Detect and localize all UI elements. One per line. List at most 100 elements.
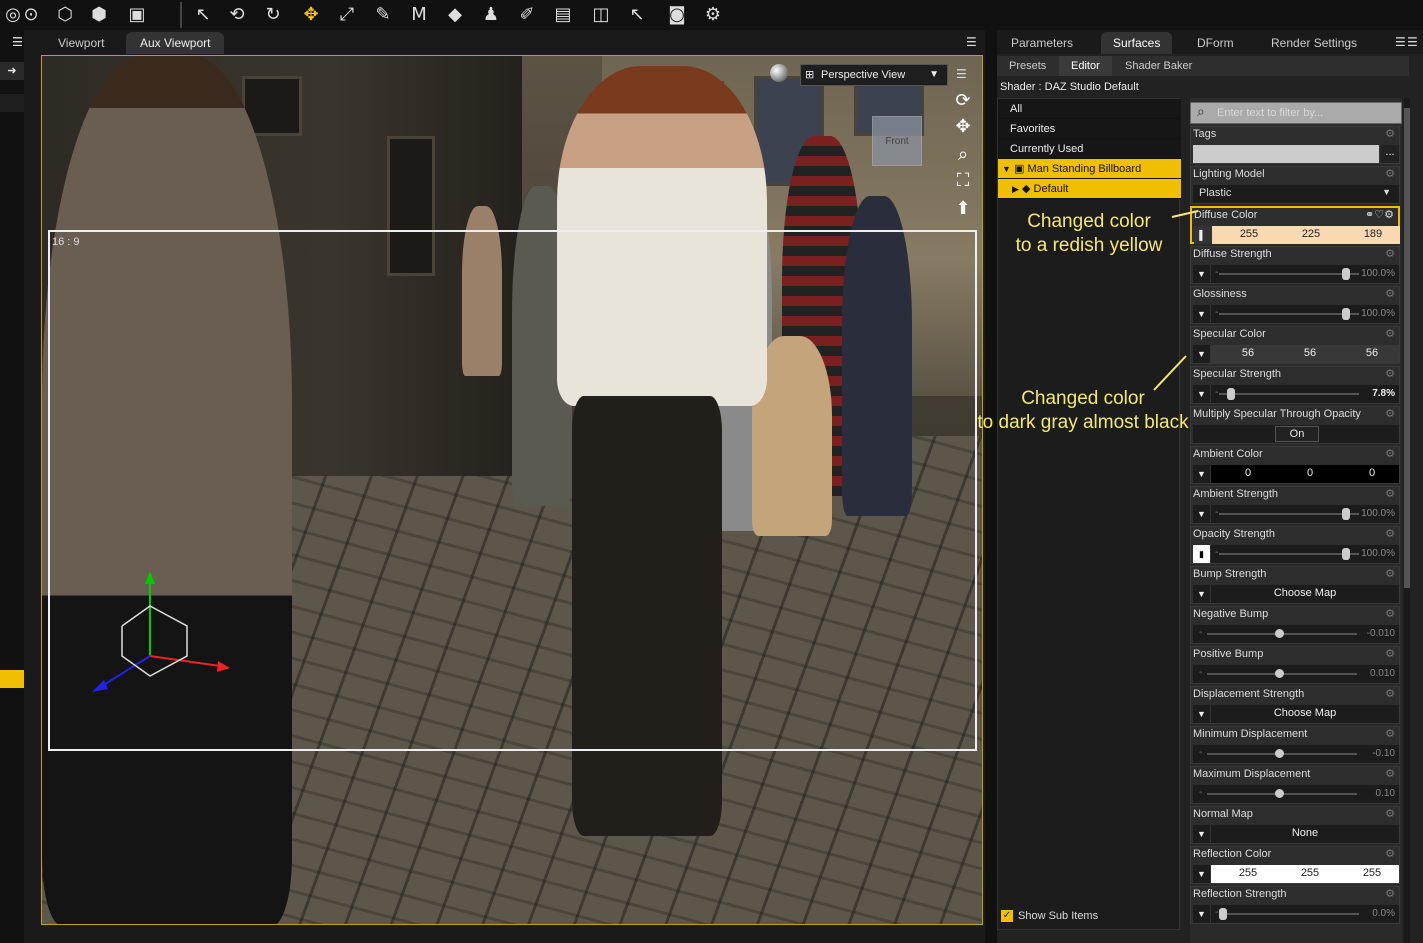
chevron-down-icon[interactable]: ▼ (1193, 265, 1211, 283)
link-favorite-gear-icons[interactable]: ⚭♡⚙ (1365, 208, 1394, 221)
camera-icon[interactable]: ◙ (664, 2, 690, 28)
reflection-g[interactable]: 255 (1279, 867, 1341, 879)
minus-icon[interactable]: - (1199, 787, 1202, 798)
gear-icon[interactable]: ⚙ (1385, 407, 1395, 420)
slider-knob[interactable] (1219, 908, 1227, 920)
pointer-icon[interactable]: ↖ (190, 2, 216, 28)
gear-icon[interactable]: ⚙ (1385, 567, 1395, 580)
slider-value[interactable]: 100.0% (1361, 308, 1395, 319)
surface-selection-icon[interactable]: ✐ (514, 2, 540, 28)
tags-browse-button[interactable]: ... (1381, 145, 1399, 163)
lighting-model-select[interactable]: Plastic ▼ (1193, 185, 1399, 203)
slider-knob[interactable] (1342, 308, 1350, 320)
zoom-nav-icon[interactable]: ⌕ (950, 142, 976, 168)
viewport-menu-icon[interactable]: ☰ (12, 36, 28, 48)
reflection-b[interactable]: 255 (1341, 867, 1402, 879)
chevron-down-icon[interactable]: ▼ (1193, 705, 1211, 723)
collapse-icon[interactable]: ▶ (1012, 184, 1019, 194)
tab-editor[interactable]: Editor (1059, 56, 1112, 76)
tree-item-currently-used[interactable]: Currently Used (998, 139, 1181, 159)
rotate-tool-icon[interactable]: ⟲ (224, 2, 250, 28)
tree-item-default[interactable]: ▶ ◆ Default (998, 179, 1181, 199)
gear-icon[interactable]: ⚙ (1385, 767, 1395, 780)
slider-value[interactable]: 0.10 (1376, 788, 1395, 799)
slider-knob[interactable] (1275, 669, 1284, 678)
min-displacement-slider[interactable]: - -0.10 (1193, 745, 1399, 763)
dolly-nav-icon[interactable]: ⬆ (950, 196, 976, 222)
map-swatch-icon[interactable]: ▮ (1193, 545, 1211, 563)
slider-value[interactable]: 7.8% (1372, 388, 1395, 399)
scrollbar-thumb[interactable] (1404, 108, 1410, 588)
show-sub-items-checkbox[interactable]: ✓ Show Sub Items (1001, 910, 1098, 923)
gear-icon[interactable]: ⚙ (1385, 447, 1395, 460)
chevron-down-icon[interactable]: ▼ (1193, 825, 1211, 843)
minus-icon[interactable]: - (1215, 907, 1218, 918)
specular-color-field[interactable]: ▼ 56 56 56 (1193, 345, 1399, 363)
reflection-strength-slider[interactable]: ▼ - 0.0% (1193, 905, 1399, 923)
tab-shader-baker[interactable]: Shader Baker (1113, 56, 1204, 76)
on-toggle-button[interactable]: On (1275, 426, 1319, 442)
slider-value[interactable]: -0.010 (1367, 628, 1395, 639)
slider-knob[interactable] (1342, 548, 1350, 560)
group-icon[interactable]: ⬡ (52, 2, 78, 28)
gear-icon[interactable]: ⚙ (1385, 367, 1395, 380)
ambient-b[interactable]: 0 (1341, 467, 1402, 479)
normal-map-select[interactable]: ▼ None (1193, 825, 1399, 843)
gear-icon[interactable]: ⚙ (1385, 647, 1395, 660)
slider-value[interactable]: 100.0% (1361, 508, 1395, 519)
side-menu-icon[interactable]: ☰ (1407, 36, 1423, 48)
gear-icon[interactable]: ⚙ (1385, 847, 1395, 860)
diffuse-b[interactable]: 189 (1342, 228, 1402, 240)
slider-knob[interactable] (1342, 508, 1350, 520)
minus-icon[interactable]: - (1215, 507, 1218, 518)
tree-item-favorites[interactable]: Favorites (998, 119, 1181, 139)
chevron-down-icon[interactable]: ▼ (1193, 585, 1211, 603)
opacity-strength-slider[interactable]: ▮ - 100.0% (1193, 545, 1399, 563)
chevron-down-icon[interactable]: ▼ (1193, 505, 1211, 523)
slider-knob[interactable] (1342, 268, 1350, 280)
orbit-icon[interactable]: ↻ (260, 2, 286, 28)
tab-parameters[interactable]: Parameters (999, 32, 1085, 54)
aux-viewport-canvas[interactable]: 16 : 9 ⊞ Perspective View ▼ ☰ Front ⟳ ✥ … (41, 55, 983, 925)
panel-divider[interactable] (985, 30, 997, 943)
chevron-down-icon[interactable]: ▼ (1193, 345, 1211, 363)
ambient-g[interactable]: 0 (1279, 467, 1341, 479)
gear-icon[interactable]: ⚙ (1385, 167, 1395, 180)
specular-strength-slider[interactable]: ▼ - 7.8% (1193, 385, 1399, 403)
minus-icon[interactable]: - (1215, 307, 1218, 318)
slider-value[interactable]: 0.010 (1370, 668, 1395, 679)
expand-arrow-icon[interactable]: ➜ (0, 62, 24, 80)
cube-icon[interactable]: ▣ (124, 2, 150, 28)
gear-icon[interactable]: ⚙ (1385, 807, 1395, 820)
frame-nav-icon[interactable]: ⛶ (950, 168, 976, 194)
gear-icon[interactable]: ⚙ (1385, 287, 1395, 300)
gear-icon[interactable]: ⚙ (1385, 487, 1395, 500)
glossiness-slider[interactable]: ▼ - 100.0% (1193, 305, 1399, 323)
viewport-options-icon[interactable]: ☰ (966, 36, 982, 48)
ambient-color-field[interactable]: ▼ 0 0 0 (1193, 465, 1399, 483)
reflection-color-field[interactable]: ▼ 255 255 255 (1193, 865, 1399, 883)
minus-icon[interactable]: - (1199, 627, 1202, 638)
filter-input[interactable]: ⌕ Enter text to filter by... (1190, 102, 1402, 124)
displacement-map-select[interactable]: ▼ Choose Map (1193, 705, 1399, 723)
slider-value[interactable]: 100.0% (1361, 268, 1395, 279)
morph-icon[interactable]: M (406, 2, 432, 28)
minus-icon[interactable]: - (1215, 387, 1218, 398)
ambient-strength-slider[interactable]: ▼ - 100.0% (1193, 505, 1399, 523)
chevron-down-icon[interactable]: ▼ (1193, 465, 1211, 483)
max-displacement-slider[interactable]: - 0.10 (1193, 785, 1399, 803)
diffuse-r[interactable]: 255 (1218, 228, 1280, 240)
view-cube[interactable]: Front (872, 116, 922, 166)
draw-style-icon[interactable] (770, 64, 788, 82)
slider-value[interactable]: 0.0% (1372, 908, 1395, 919)
dock-slot[interactable] (0, 94, 24, 112)
diffuse-color-field[interactable]: ▌ 255 225 189 (1194, 226, 1400, 244)
diffuse-strength-slider[interactable]: ▼ - 100.0% (1193, 265, 1399, 283)
slider-knob[interactable] (1275, 789, 1284, 798)
dock-active-marker[interactable] (0, 670, 24, 688)
slider-knob[interactable] (1275, 749, 1284, 758)
minus-icon[interactable]: - (1199, 667, 1202, 678)
edit-tool-icon[interactable]: ▤ (550, 2, 576, 28)
gear-icon[interactable]: ⚙ (1385, 607, 1395, 620)
bump-map-select[interactable]: ▼ Choose Map (1193, 585, 1399, 603)
